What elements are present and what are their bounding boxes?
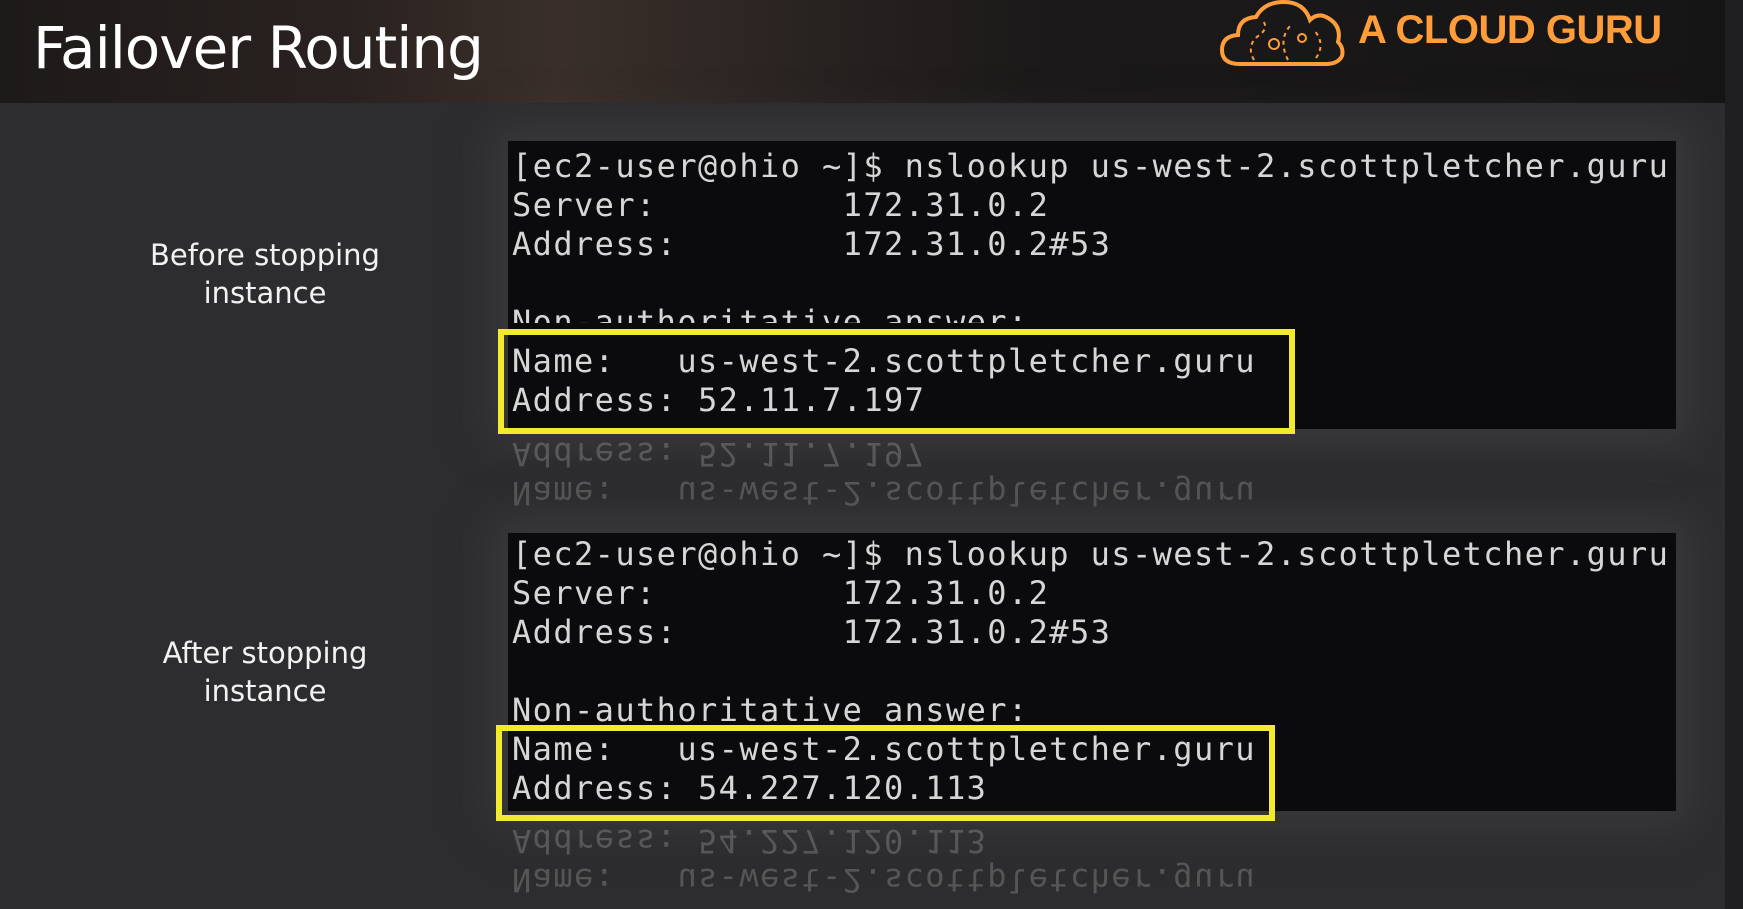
slide: Failover Routing A CLOUD GURU Before sto… (0, 0, 1743, 909)
terminal-reflection-before: Address: 52.11.7.197 Name: us-west-2.sco… (508, 435, 1676, 525)
reflected-name-line: Name: us-west-2.scottpletcher.guru (512, 474, 1256, 512)
slide-title: Failover Routing (33, 14, 484, 82)
prompt-line: [ec2-user@ohio ~]$ nslookup us-west-2.sc… (512, 147, 1670, 185)
reflected-address-line: Address: 54.227.120.113 (512, 822, 988, 860)
brand-logo: A CLOUD GURU (1218, 0, 1678, 70)
caption-after: After stopping instance (162, 636, 368, 708)
reflected-name-line: Name: us-west-2.scottpletcher.guru (512, 861, 1256, 899)
address-line: Address: 172.31.0.2#53 (512, 613, 1112, 651)
terminal-reflection-after: Address: 54.227.120.113 Name: us-west-2.… (508, 822, 1676, 909)
highlight-box-before (498, 329, 1295, 434)
header-bar: Failover Routing A CLOUD GURU (0, 0, 1743, 103)
server-line: Server: 172.31.0.2 (512, 186, 1050, 224)
right-edge (1725, 0, 1743, 909)
address-line: Address: 172.31.0.2#53 (512, 225, 1112, 263)
caption-before: Before stopping instance (150, 238, 380, 310)
cloud-icon (1219, 0, 1345, 66)
prompt-line: [ec2-user@ohio ~]$ nslookup us-west-2.sc… (512, 535, 1670, 573)
answer-header: Non-authoritative answer: (512, 303, 1029, 323)
server-line: Server: 172.31.0.2 (512, 574, 1050, 612)
brand-name: A CLOUD GURU (1358, 8, 1662, 52)
highlight-box-after (496, 725, 1275, 821)
answer-header: Non-authoritative answer: (512, 691, 1029, 729)
reflected-address-line: Address: 52.11.7.197 (512, 435, 926, 473)
